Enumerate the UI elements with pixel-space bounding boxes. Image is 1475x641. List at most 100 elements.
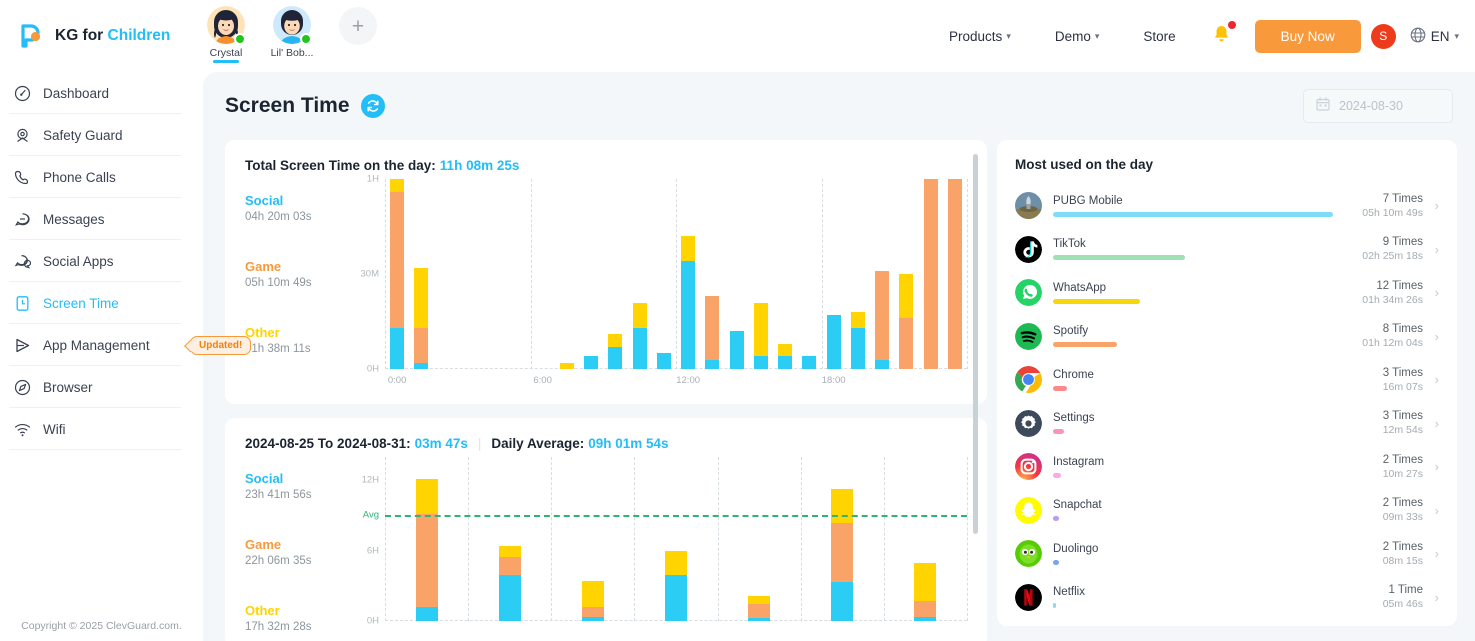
stacked-bar[interactable] — [748, 595, 771, 621]
duolingo-icon — [1015, 540, 1042, 568]
stacked-bar[interactable] — [498, 546, 521, 621]
stacked-bar[interactable] — [875, 270, 890, 369]
notification-button[interactable] — [1198, 20, 1245, 49]
screen-time-phone-icon — [14, 295, 31, 312]
app-usage-row[interactable]: Snapchat 2 Times 09m 33s › — [1015, 489, 1439, 533]
stacked-bar[interactable] — [826, 315, 841, 369]
chevron-right-icon[interactable]: › — [1423, 329, 1439, 344]
chevron-right-icon[interactable]: › — [1423, 242, 1439, 257]
scrollbar-thumb[interactable] — [973, 154, 978, 534]
stacked-bar[interactable] — [914, 563, 937, 621]
chevron-right-icon[interactable]: › — [1423, 546, 1439, 561]
chevron-right-icon[interactable]: › — [1423, 198, 1439, 213]
bar-segment-other — [850, 312, 865, 328]
chevron-right-icon[interactable]: › — [1423, 503, 1439, 518]
app-usage-bar — [1053, 255, 1185, 261]
stacked-bar[interactable] — [415, 479, 438, 621]
sidebar-item-messages[interactable]: Messages — [0, 198, 203, 240]
stacked-bar[interactable] — [632, 302, 647, 369]
app-usage-row[interactable]: Settings 3 Times 12m 54s › — [1015, 402, 1439, 446]
app-stats: 8 Times 01h 12m 04s — [1341, 323, 1423, 349]
app-usage-bar — [1053, 429, 1065, 435]
sidebar-item-dashboard[interactable]: Dashboard — [0, 72, 203, 114]
weekly-bar-chart: 0H 6H 12H Avg — [353, 457, 968, 641]
app-usage-row[interactable]: PUBG Mobile 7 Times 05h 10m 49s › — [1015, 184, 1439, 228]
app-usage-row[interactable]: TikTok 9 Times 02h 25m 18s › — [1015, 228, 1439, 272]
bar-segment-game — [914, 600, 937, 617]
language-selector[interactable]: EN ▾ — [1410, 27, 1459, 46]
stacked-bar[interactable] — [899, 274, 914, 369]
weekly-screen-time-card: 2024-08-25 To 2024-08-31: 03m 47s | Daily A… — [225, 418, 987, 641]
stacked-bar[interactable] — [414, 267, 429, 369]
stacked-bar[interactable] — [850, 312, 865, 369]
app-stats: 2 Times 08m 15s — [1341, 541, 1423, 567]
stacked-bar[interactable] — [581, 581, 604, 621]
sidebar-item-social-apps[interactable]: Social Apps — [0, 240, 203, 282]
app-open-count: 3 Times — [1382, 366, 1423, 379]
stacked-bar[interactable] — [390, 179, 405, 369]
y-axis-tick-label: 12H — [361, 474, 379, 486]
bar-segment-social — [875, 359, 890, 369]
bar-segment-game — [875, 270, 890, 360]
nav-demo[interactable]: Demo ▾ — [1033, 29, 1122, 44]
snapchat-icon — [1015, 496, 1042, 524]
add-kid-button[interactable]: + — [339, 7, 377, 45]
sidebar-item-browser[interactable]: Browser — [0, 366, 203, 408]
stacked-bar[interactable] — [656, 353, 671, 369]
buy-now-button[interactable]: Buy Now — [1254, 19, 1361, 53]
bar-segment-social — [581, 616, 604, 621]
most-used-title: Most used on the day — [1015, 157, 1154, 172]
nav-products[interactable]: Products ▾ — [927, 29, 1033, 44]
stacked-bar[interactable] — [831, 488, 854, 621]
stacked-bar[interactable] — [608, 334, 623, 369]
stacked-bar[interactable] — [753, 302, 768, 369]
stacked-bar[interactable] — [802, 356, 817, 369]
grid-line — [385, 457, 386, 621]
brand-logo-area[interactable]: KG for Children — [0, 22, 185, 50]
chevron-right-icon[interactable]: › — [1423, 459, 1439, 474]
kid-tab-lil-bob[interactable]: Lil' Bob... — [265, 6, 319, 59]
stacked-bar[interactable] — [705, 296, 720, 369]
stacked-bar[interactable] — [778, 343, 793, 369]
app-name: Chrome — [1053, 368, 1094, 381]
bar-segment-social — [498, 575, 521, 621]
chevron-right-icon[interactable]: › — [1423, 590, 1439, 605]
date-picker[interactable]: 2024-08-30 — [1303, 89, 1453, 123]
kid-profile-tabs: Crystal Lil' Bob... + — [185, 0, 377, 72]
y-axis-tick-label: 30M — [360, 268, 379, 280]
nav-store[interactable]: Store — [1121, 29, 1197, 44]
content-scrollbar[interactable] — [973, 154, 978, 626]
sidebar-item-screen-time[interactable]: Screen Time — [0, 282, 203, 324]
app-usage-row[interactable]: Instagram 2 Times 10m 27s › — [1015, 445, 1439, 489]
app-open-count: 2 Times — [1382, 497, 1423, 510]
stacked-bar[interactable] — [681, 236, 696, 369]
bar-segment-game — [581, 606, 604, 617]
app-stats: 1 Time 05m 46s — [1341, 584, 1423, 610]
sidebar-item-app-management[interactable]: App Management — [0, 324, 203, 366]
stacked-bar[interactable] — [584, 356, 599, 369]
user-avatar-button[interactable]: S — [1370, 23, 1396, 49]
stacked-bar[interactable] — [559, 362, 574, 369]
sidebar-item-safety-guard[interactable]: Safety Guard — [0, 114, 203, 156]
bar-segment-social — [753, 356, 768, 369]
chevron-right-icon[interactable]: › — [1423, 372, 1439, 387]
chevron-right-icon[interactable]: › — [1423, 416, 1439, 431]
grid-line — [967, 457, 968, 621]
app-usage-row[interactable]: WhatsApp 12 Times 01h 34m 26s › — [1015, 271, 1439, 315]
legend-label: Game — [245, 259, 282, 274]
app-usage-row[interactable]: Netflix 1 Time 05m 46s › — [1015, 576, 1439, 620]
refresh-button[interactable] — [360, 94, 385, 118]
stacked-bar[interactable] — [729, 331, 744, 369]
bar-segment-social — [415, 606, 438, 621]
sidebar-item-wifi[interactable]: Wifi — [0, 408, 203, 450]
kid-tab-crystal[interactable]: Crystal — [199, 6, 253, 63]
stacked-bar[interactable] — [665, 550, 687, 621]
app-usage-row[interactable]: Duolingo 2 Times 08m 15s › — [1015, 532, 1439, 576]
chevron-right-icon[interactable]: › — [1423, 285, 1439, 300]
stacked-bar[interactable] — [923, 179, 938, 369]
app-usage-row[interactable]: Spotify 8 Times 01h 12m 04s › — [1015, 315, 1439, 359]
sidebar-item-phone-calls[interactable]: Phone Calls — [0, 156, 203, 198]
stacked-bar[interactable] — [947, 179, 962, 369]
dashboard-gauge-icon — [14, 85, 31, 102]
app-usage-row[interactable]: Chrome 3 Times 16m 07s › — [1015, 358, 1439, 402]
